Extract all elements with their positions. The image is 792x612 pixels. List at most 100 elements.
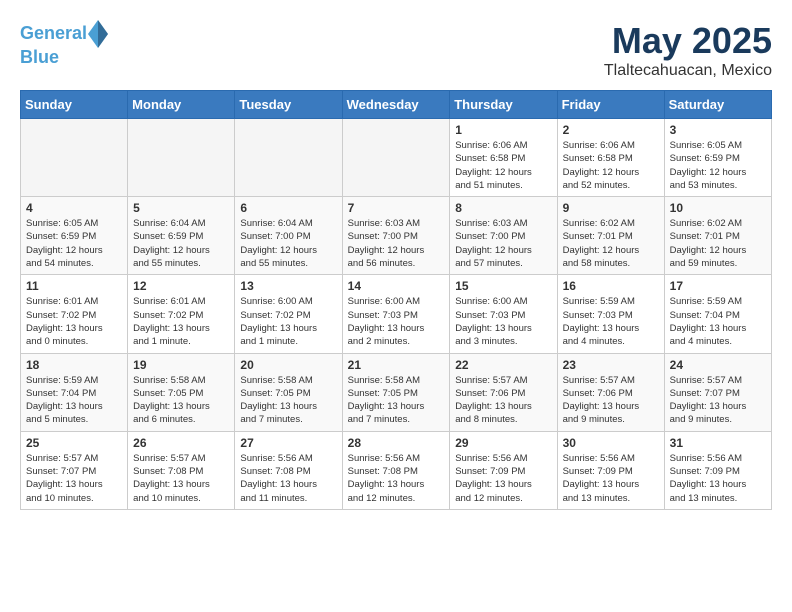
day-info: Sunrise: 6:03 AM Sunset: 7:00 PM Dayligh…	[348, 217, 445, 270]
day-info: Sunrise: 5:57 AM Sunset: 7:08 PM Dayligh…	[133, 452, 229, 505]
calendar-cell: 28 Sunrise: 5:56 AM Sunset: 7:08 PM Dayli…	[342, 431, 450, 509]
weekday-header-monday: Monday	[128, 91, 235, 119]
day-number: 5	[133, 201, 229, 215]
calendar-cell	[128, 119, 235, 197]
day-info: Sunrise: 5:58 AM Sunset: 7:05 PM Dayligh…	[133, 374, 229, 427]
day-number: 13	[240, 279, 336, 293]
day-info: Sunrise: 5:56 AM Sunset: 7:09 PM Dayligh…	[670, 452, 766, 505]
day-info: Sunrise: 6:04 AM Sunset: 7:00 PM Dayligh…	[240, 217, 336, 270]
day-info: Sunrise: 6:06 AM Sunset: 6:58 PM Dayligh…	[455, 139, 551, 192]
weekday-header-row: SundayMondayTuesdayWednesdayThursdayFrid…	[21, 91, 772, 119]
day-info: Sunrise: 6:02 AM Sunset: 7:01 PM Dayligh…	[563, 217, 659, 270]
page-header: General Blue May 2025 Tlaltecahuacan, Me…	[20, 20, 772, 80]
day-info: Sunrise: 6:00 AM Sunset: 7:03 PM Dayligh…	[348, 295, 445, 348]
day-info: Sunrise: 5:56 AM Sunset: 7:09 PM Dayligh…	[563, 452, 659, 505]
calendar-cell: 22 Sunrise: 5:57 AM Sunset: 7:06 PM Dayli…	[450, 353, 557, 431]
calendar-week-4: 18 Sunrise: 5:59 AM Sunset: 7:04 PM Dayli…	[21, 353, 772, 431]
day-number: 17	[670, 279, 766, 293]
day-number: 16	[563, 279, 659, 293]
day-number: 12	[133, 279, 229, 293]
calendar-cell: 6 Sunrise: 6:04 AM Sunset: 7:00 PM Daylig…	[235, 197, 342, 275]
calendar-cell: 25 Sunrise: 5:57 AM Sunset: 7:07 PM Dayli…	[21, 431, 128, 509]
day-number: 11	[26, 279, 122, 293]
day-number: 1	[455, 123, 551, 137]
day-number: 29	[455, 436, 551, 450]
calendar-cell: 1 Sunrise: 6:06 AM Sunset: 6:58 PM Daylig…	[450, 119, 557, 197]
weekday-header-tuesday: Tuesday	[235, 91, 342, 119]
day-info: Sunrise: 6:00 AM Sunset: 7:03 PM Dayligh…	[455, 295, 551, 348]
day-info: Sunrise: 5:59 AM Sunset: 7:04 PM Dayligh…	[670, 295, 766, 348]
day-info: Sunrise: 5:57 AM Sunset: 7:07 PM Dayligh…	[26, 452, 122, 505]
day-number: 30	[563, 436, 659, 450]
month-title: May 2025	[604, 20, 772, 62]
day-number: 6	[240, 201, 336, 215]
day-number: 2	[563, 123, 659, 137]
day-number: 7	[348, 201, 445, 215]
calendar-week-3: 11 Sunrise: 6:01 AM Sunset: 7:02 PM Dayli…	[21, 275, 772, 353]
calendar-cell: 26 Sunrise: 5:57 AM Sunset: 7:08 PM Dayli…	[128, 431, 235, 509]
day-number: 24	[670, 358, 766, 372]
calendar-cell: 21 Sunrise: 5:58 AM Sunset: 7:05 PM Dayli…	[342, 353, 450, 431]
day-number: 28	[348, 436, 445, 450]
calendar-week-5: 25 Sunrise: 5:57 AM Sunset: 7:07 PM Dayli…	[21, 431, 772, 509]
day-number: 22	[455, 358, 551, 372]
calendar-cell: 13 Sunrise: 6:00 AM Sunset: 7:02 PM Dayli…	[235, 275, 342, 353]
day-info: Sunrise: 6:03 AM Sunset: 7:00 PM Dayligh…	[455, 217, 551, 270]
day-info: Sunrise: 5:57 AM Sunset: 7:06 PM Dayligh…	[455, 374, 551, 427]
weekday-header-saturday: Saturday	[664, 91, 771, 119]
day-info: Sunrise: 6:01 AM Sunset: 7:02 PM Dayligh…	[133, 295, 229, 348]
day-number: 23	[563, 358, 659, 372]
day-info: Sunrise: 6:05 AM Sunset: 6:59 PM Dayligh…	[26, 217, 122, 270]
day-number: 8	[455, 201, 551, 215]
calendar-cell: 23 Sunrise: 5:57 AM Sunset: 7:06 PM Dayli…	[557, 353, 664, 431]
calendar-cell: 14 Sunrise: 6:00 AM Sunset: 7:03 PM Dayli…	[342, 275, 450, 353]
day-info: Sunrise: 5:57 AM Sunset: 7:06 PM Dayligh…	[563, 374, 659, 427]
day-number: 3	[670, 123, 766, 137]
calendar-cell: 24Sunrise: 5:57 AM Sunset: 7:07 PM Dayli…	[664, 353, 771, 431]
weekday-header-thursday: Thursday	[450, 91, 557, 119]
day-number: 9	[563, 201, 659, 215]
day-info: Sunrise: 5:59 AM Sunset: 7:03 PM Dayligh…	[563, 295, 659, 348]
calendar-table: SundayMondayTuesdayWednesdayThursdayFrid…	[20, 90, 772, 510]
day-number: 14	[348, 279, 445, 293]
calendar-cell: 12 Sunrise: 6:01 AM Sunset: 7:02 PM Dayli…	[128, 275, 235, 353]
calendar-cell: 5 Sunrise: 6:04 AM Sunset: 6:59 PM Daylig…	[128, 197, 235, 275]
calendar-cell: 18 Sunrise: 5:59 AM Sunset: 7:04 PM Dayli…	[21, 353, 128, 431]
location: Tlaltecahuacan, Mexico	[604, 62, 772, 80]
calendar-cell: 7 Sunrise: 6:03 AM Sunset: 7:00 PM Daylig…	[342, 197, 450, 275]
calendar-cell: 9 Sunrise: 6:02 AM Sunset: 7:01 PM Daylig…	[557, 197, 664, 275]
calendar-cell: 3 Sunrise: 6:05 AM Sunset: 6:59 PM Daylig…	[664, 119, 771, 197]
day-number: 18	[26, 358, 122, 372]
day-number: 25	[26, 436, 122, 450]
day-number: 21	[348, 358, 445, 372]
day-info: Sunrise: 5:58 AM Sunset: 7:05 PM Dayligh…	[240, 374, 336, 427]
day-info: Sunrise: 6:02 AM Sunset: 7:01 PM Dayligh…	[670, 217, 766, 270]
day-info: Sunrise: 5:56 AM Sunset: 7:08 PM Dayligh…	[240, 452, 336, 505]
weekday-header-friday: Friday	[557, 91, 664, 119]
calendar-cell: 11 Sunrise: 6:01 AM Sunset: 7:02 PM Dayli…	[21, 275, 128, 353]
weekday-header-sunday: Sunday	[21, 91, 128, 119]
day-info: Sunrise: 5:56 AM Sunset: 7:08 PM Dayligh…	[348, 452, 445, 505]
calendar-cell: 27Sunrise: 5:56 AM Sunset: 7:08 PM Dayli…	[235, 431, 342, 509]
calendar-cell: 10 Sunrise: 6:02 AM Sunset: 7:01 PM Dayli…	[664, 197, 771, 275]
calendar-cell: 31 Sunrise: 5:56 AM Sunset: 7:09 PM Dayli…	[664, 431, 771, 509]
day-number: 10	[670, 201, 766, 215]
calendar-cell: 20 Sunrise: 5:58 AM Sunset: 7:05 PM Dayli…	[235, 353, 342, 431]
logo-text: General Blue	[20, 20, 109, 68]
calendar-cell: 8 Sunrise: 6:03 AM Sunset: 7:00 PM Daylig…	[450, 197, 557, 275]
day-info: Sunrise: 6:01 AM Sunset: 7:02 PM Dayligh…	[26, 295, 122, 348]
day-info: Sunrise: 6:00 AM Sunset: 7:02 PM Dayligh…	[240, 295, 336, 348]
calendar-cell: 30 Sunrise: 5:56 AM Sunset: 7:09 PM Dayli…	[557, 431, 664, 509]
day-info: Sunrise: 5:59 AM Sunset: 7:04 PM Dayligh…	[26, 374, 122, 427]
day-number: 26	[133, 436, 229, 450]
day-number: 4	[26, 201, 122, 215]
day-info: Sunrise: 6:05 AM Sunset: 6:59 PM Dayligh…	[670, 139, 766, 192]
day-number: 31	[670, 436, 766, 450]
day-info: Sunrise: 6:06 AM Sunset: 6:58 PM Dayligh…	[563, 139, 659, 192]
day-info: Sunrise: 5:58 AM Sunset: 7:05 PM Dayligh…	[348, 374, 445, 427]
calendar-cell	[235, 119, 342, 197]
calendar-cell: 29Sunrise: 5:56 AM Sunset: 7:09 PM Dayli…	[450, 431, 557, 509]
day-number: 20	[240, 358, 336, 372]
day-info: Sunrise: 6:04 AM Sunset: 6:59 PM Dayligh…	[133, 217, 229, 270]
weekday-header-wednesday: Wednesday	[342, 91, 450, 119]
